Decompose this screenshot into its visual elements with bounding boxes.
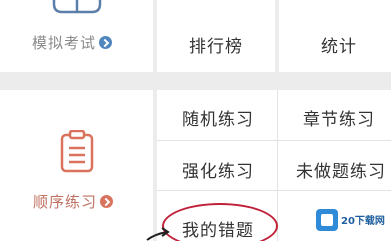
undone-practice-button[interactable]: 未做题练习	[296, 157, 386, 182]
clipboard-icon	[60, 130, 94, 173]
random-practice-button[interactable]: 随机练习	[182, 105, 254, 130]
site-logo-icon	[316, 209, 338, 231]
leaderboard-label: 排行榜	[189, 37, 243, 57]
exam-paper-icon	[52, 0, 102, 14]
pointer-arrow-icon	[146, 227, 170, 241]
watermark-text: 20下载网	[341, 216, 385, 227]
grid-divider	[157, 140, 391, 141]
statistics-tile[interactable]: 统计	[279, 0, 391, 72]
arrow-right-icon	[100, 195, 114, 208]
leaderboard-tile[interactable]: 排行榜	[157, 0, 275, 72]
intensive-practice-button[interactable]: 强化练习	[182, 157, 254, 182]
statistics-label: 统计	[321, 37, 357, 57]
highlight-circle	[162, 203, 278, 241]
grid-divider	[277, 90, 278, 241]
mock-exam-label: 模拟考试	[32, 32, 113, 53]
sequential-practice-label: 顺序练习	[33, 191, 114, 212]
grid-divider	[157, 190, 391, 191]
watermark-logo: 20下载网	[313, 204, 391, 241]
mock-exam-tile[interactable]: 模拟考试	[0, 0, 153, 72]
chapter-practice-button[interactable]: 章节练习	[303, 105, 375, 130]
arrow-right-icon	[99, 36, 113, 49]
